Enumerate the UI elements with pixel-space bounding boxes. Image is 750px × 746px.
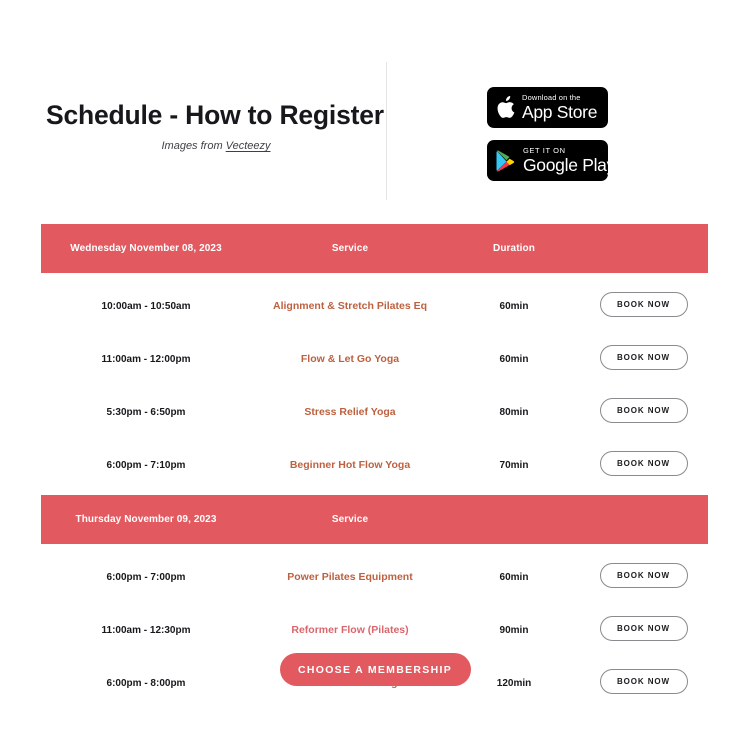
class-time: 10:00am - 10:50am xyxy=(101,300,191,312)
schedule-table: Wednesday November 08, 2023 Service Durati… xyxy=(41,224,708,713)
class-time: 6:00pm - 7:10pm xyxy=(106,459,186,471)
duration-cell: 60min xyxy=(449,296,579,314)
class-time: 11:00am - 12:30pm xyxy=(101,624,191,636)
header-divider xyxy=(386,62,387,200)
service-name-link[interactable]: Power Pilates Equipment xyxy=(287,571,412,583)
service-name-link[interactable]: Flow & Let Go Yoga xyxy=(301,353,399,365)
time-cell: 11:00am - 12:00pm xyxy=(41,349,251,367)
service-cell: Beginner Hot Flow Yoga xyxy=(251,455,449,473)
class-duration: 70min xyxy=(499,459,529,471)
class-time: 6:00pm - 7:00pm xyxy=(106,571,186,583)
time-cell: 11:00am - 12:30pm xyxy=(41,620,251,638)
row-spacer xyxy=(41,273,708,283)
day-header: Thursday November 09, 2023 Service xyxy=(41,495,708,544)
service-cell: Power Pilates Equipment xyxy=(251,567,449,585)
action-cell: BOOK NOW xyxy=(579,345,708,370)
duration-cell: 60min xyxy=(449,567,579,585)
book-now-button[interactable]: BOOK NOW xyxy=(599,292,688,317)
table-row: 5:30pm - 6:50pm Stress Relief Yoga 80min BO… xyxy=(41,389,708,432)
service-name-link[interactable]: Beginner Hot Flow Yoga xyxy=(290,459,410,471)
time-cell: 5:30pm - 6:50pm xyxy=(41,402,251,420)
time-cell: 6:00pm - 7:10pm xyxy=(41,455,251,473)
duration-cell: 80min xyxy=(449,402,579,420)
class-duration: 60min xyxy=(499,353,529,365)
google-play-badge[interactable]: GET IT ON Google Play xyxy=(487,140,608,181)
service-name-link[interactable]: Alignment & Stretch Pilates Eq xyxy=(273,300,427,312)
row-spacer xyxy=(41,379,708,389)
google-play-badge-subtitle: GET IT ON xyxy=(523,146,566,155)
day-header: Wednesday November 08, 2023 Service Durati… xyxy=(41,224,708,273)
service-cell: Reformer Flow (Pilates) xyxy=(251,620,449,638)
service-column-header: Service xyxy=(331,514,369,525)
row-spacer xyxy=(41,544,708,554)
table-row: 6:00pm - 7:00pm Power Pilates Equipment 60… xyxy=(41,554,708,597)
class-duration: 60min xyxy=(499,300,529,312)
day-date-label: Thursday November 09, 2023 xyxy=(75,514,217,525)
google-play-badge-text: GET IT ON Google Play xyxy=(523,147,608,174)
service-name-link[interactable]: Stress Relief Yoga xyxy=(304,406,395,418)
apple-icon xyxy=(496,96,515,119)
service-name-link[interactable]: Reformer Flow (Pilates) xyxy=(291,624,408,636)
time-cell: 6:00pm - 7:00pm xyxy=(41,567,251,585)
class-duration: 80min xyxy=(499,406,529,418)
choose-membership-button[interactable]: CHOOSE A MEMBERSHIP xyxy=(279,653,471,686)
book-now-button[interactable]: BOOK NOW xyxy=(599,563,688,588)
row-spacer xyxy=(41,703,708,713)
class-time: 11:00am - 12:00pm xyxy=(101,353,191,365)
row-spacer xyxy=(41,597,708,607)
page-header: Schedule - How to Register Images from V… xyxy=(0,0,750,212)
row-spacer xyxy=(41,326,708,336)
row-spacer xyxy=(41,485,708,495)
table-row: 6:00pm - 7:10pm Beginner Hot Flow Yoga 70m… xyxy=(41,442,708,485)
action-cell: BOOK NOW xyxy=(579,616,708,641)
action-cell: BOOK NOW xyxy=(579,398,708,423)
table-row: 11:00am - 12:00pm Flow & Let Go Yoga 60min… xyxy=(41,336,708,379)
duration-cell: 90min xyxy=(449,620,579,638)
book-now-button[interactable]: BOOK NOW xyxy=(599,398,688,423)
image-credit-prefix: Images from xyxy=(161,140,226,152)
class-duration: 90min xyxy=(499,624,529,636)
duration-cell: 60min xyxy=(449,349,579,367)
duration-cell: 70min xyxy=(449,455,579,473)
google-play-icon xyxy=(496,149,516,172)
app-store-badge-title: App Store xyxy=(522,101,598,122)
cta-container: CHOOSE A MEMBERSHIP xyxy=(0,653,750,686)
image-credit: Images from Vecteezy xyxy=(46,140,386,152)
app-store-badge-subtitle: Download on the xyxy=(522,93,581,102)
class-time: 5:30pm - 6:50pm xyxy=(106,406,186,418)
book-now-button[interactable]: BOOK NOW xyxy=(599,451,688,476)
duration-column-header: Duration xyxy=(493,243,535,254)
action-cell: BOOK NOW xyxy=(579,292,708,317)
action-cell: BOOK NOW xyxy=(579,451,708,476)
vecteezy-link[interactable]: Vecteezy xyxy=(226,140,271,152)
table-row: 10:00am - 10:50am Alignment & Stretch Pil… xyxy=(41,283,708,326)
google-play-badge-title: Google Play xyxy=(523,154,608,175)
day-date-label: Wednesday November 08, 2023 xyxy=(70,243,222,254)
book-now-button[interactable]: BOOK NOW xyxy=(599,616,688,641)
page-title: Schedule - How to Register xyxy=(46,100,384,130)
action-cell: BOOK NOW xyxy=(579,563,708,588)
row-spacer xyxy=(41,432,708,442)
time-cell: 10:00am - 10:50am xyxy=(41,296,251,314)
service-cell: Flow & Let Go Yoga xyxy=(251,349,449,367)
service-column-header: Service xyxy=(331,243,369,254)
app-store-badge[interactable]: Download on the App Store xyxy=(487,87,608,128)
class-duration: 60min xyxy=(499,571,529,583)
table-row: 11:00am - 12:30pm Reformer Flow (Pilates)… xyxy=(41,607,708,650)
service-cell: Stress Relief Yoga xyxy=(251,402,449,420)
service-cell: Alignment & Stretch Pilates Eq xyxy=(251,296,449,314)
book-now-button[interactable]: BOOK NOW xyxy=(599,345,688,370)
app-store-badge-text: Download on the App Store xyxy=(522,94,597,121)
